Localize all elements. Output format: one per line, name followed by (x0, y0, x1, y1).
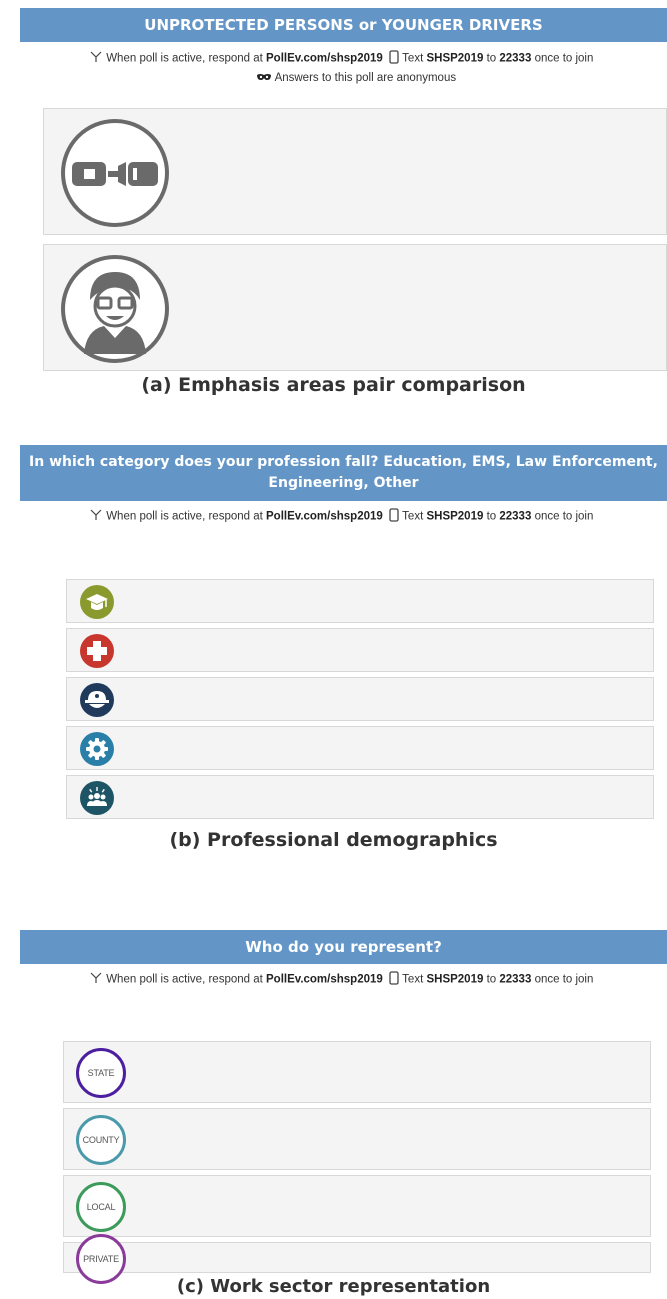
poll-url-link[interactable]: PollEv.com/shsp2019 (266, 974, 383, 986)
caption-c: (c) Work sector representation (176, 1276, 491, 1297)
poll-c-option-local[interactable]: LOCAL (63, 1175, 651, 1237)
state-badge: STATE (76, 1048, 126, 1098)
phone-icon (389, 508, 399, 525)
police-hat-icon (80, 683, 114, 721)
poll-a-title: UNPROTECTED PERSONS or YOUNGER DRIVERS (144, 16, 543, 34)
poll-c-banner: Who do you represent? (20, 930, 667, 964)
poll-a-banner: UNPROTECTED PERSONS or YOUNGER DRIVERS (20, 8, 667, 42)
gear-icon (80, 732, 114, 770)
poll-everywhere-icon (89, 51, 103, 66)
poll-b-instructions: When poll is active, respond at PollEv.c… (89, 508, 593, 525)
county-badge: COUNTY (76, 1115, 126, 1165)
poll-c-instructions: When poll is active, respond at PollEv.c… (89, 971, 593, 988)
poll-a-option-2[interactable] (43, 244, 667, 371)
poll-b-option-other[interactable] (66, 775, 654, 819)
poll-b-title-line2: Engineering, Other (268, 475, 419, 491)
anonymous-note: Answers to this poll are anonymous (256, 72, 456, 84)
poll-b-option-ems[interactable] (66, 628, 654, 672)
mask-icon (256, 72, 272, 84)
poll-a-option-1[interactable] (43, 108, 667, 235)
poll-b-title-line1: In which category does your profession f… (29, 454, 658, 470)
poll-b-banner: In which category does your profession f… (20, 445, 667, 501)
seatbelt-icon (60, 118, 170, 232)
graduation-cap-icon (80, 585, 114, 623)
local-badge: LOCAL (76, 1182, 126, 1232)
poll-b-option-engineering[interactable] (66, 726, 654, 770)
medical-cross-icon (80, 634, 114, 672)
young-driver-icon (60, 254, 170, 368)
caption-b: (b) Professional demographics (169, 829, 498, 851)
poll-url-link[interactable]: PollEv.com/shsp2019 (266, 53, 383, 65)
poll-c-option-private[interactable]: PRIVATE (63, 1234, 651, 1284)
caption-a: (a) Emphasis areas pair comparison (141, 374, 526, 396)
poll-c-option-county[interactable]: COUNTY (63, 1108, 651, 1170)
phone-icon (389, 971, 399, 988)
group-icon (80, 781, 114, 819)
poll-b-option-education[interactable] (66, 579, 654, 623)
poll-c-option-state[interactable]: STATE (63, 1041, 651, 1103)
poll-a-instructions: When poll is active, respond at PollEv.c… (89, 50, 593, 67)
poll-c-title: Who do you represent? (245, 938, 442, 956)
poll-url-link[interactable]: PollEv.com/shsp2019 (266, 511, 383, 523)
poll-everywhere-icon (89, 972, 103, 987)
poll-everywhere-icon (89, 509, 103, 524)
poll-b-option-law-enforcement[interactable] (66, 677, 654, 721)
phone-icon (389, 50, 399, 67)
